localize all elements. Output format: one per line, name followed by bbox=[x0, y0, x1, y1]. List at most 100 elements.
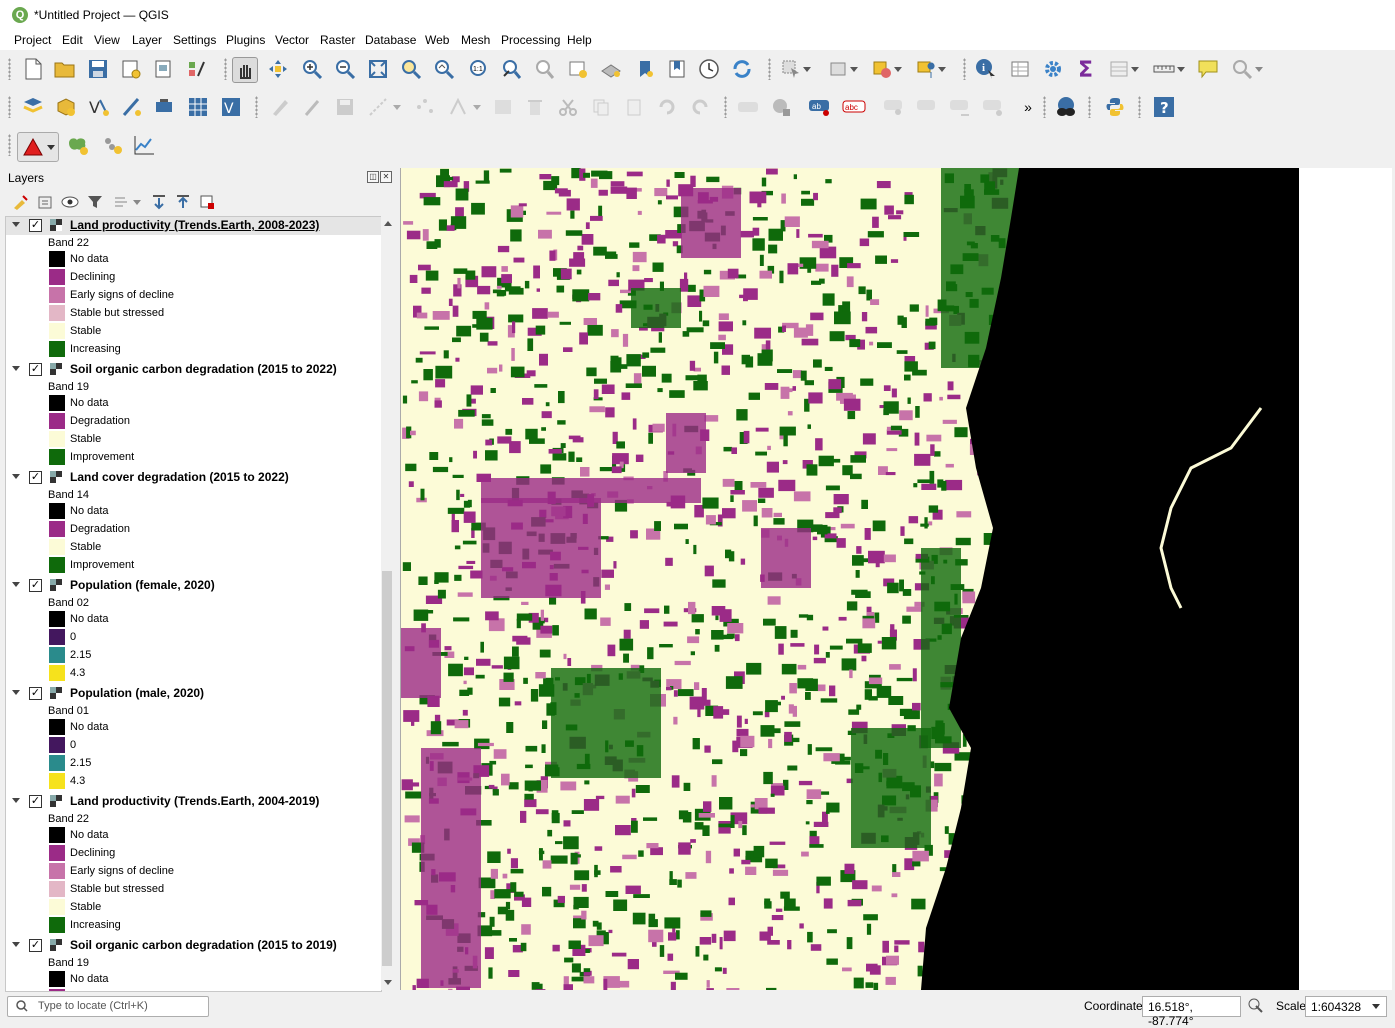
pan-map-icon[interactable] bbox=[232, 57, 258, 83]
menu-database[interactable]: Database bbox=[365, 33, 416, 47]
close-icon[interactable]: ✕ bbox=[380, 171, 392, 183]
expand-arrow-icon[interactable] bbox=[12, 942, 20, 947]
new-project-icon[interactable] bbox=[21, 57, 45, 81]
show-bookmarks-icon[interactable] bbox=[665, 57, 689, 81]
cut-features-icon[interactable] bbox=[556, 95, 580, 119]
current-edits-icon[interactable] bbox=[268, 95, 292, 119]
zoom-full-icon[interactable] bbox=[366, 57, 390, 81]
legend-item[interactable]: 4.3 bbox=[6, 665, 381, 683]
layer-row[interactable]: ✓ Population (male, 2020) bbox=[6, 685, 381, 703]
move-label-icon[interactable] bbox=[915, 95, 939, 119]
rotate-label-icon[interactable] bbox=[948, 95, 972, 119]
expand-arrow-icon[interactable] bbox=[12, 474, 20, 479]
legend-item[interactable]: Degradation bbox=[6, 413, 381, 431]
pan-to-selection-icon[interactable] bbox=[266, 57, 290, 81]
legend-item[interactable]: No data bbox=[6, 971, 381, 989]
legend-item[interactable]: Stable bbox=[6, 539, 381, 557]
chevron-down-icon[interactable] bbox=[131, 192, 143, 212]
help-icon[interactable]: ? bbox=[1152, 95, 1176, 119]
layer-name[interactable]: Land productivity (Trends.Earth, 2004-20… bbox=[70, 794, 319, 808]
temporal-controller-icon[interactable] bbox=[697, 57, 721, 81]
scale-combo[interactable]: 1:604328 bbox=[1305, 996, 1387, 1017]
toolbar-grip[interactable] bbox=[224, 58, 227, 80]
collapse-all-icon[interactable] bbox=[173, 192, 193, 212]
toolbar-grip[interactable] bbox=[255, 96, 258, 118]
legend-item[interactable]: 0 bbox=[6, 737, 381, 755]
layer-visibility-checkbox[interactable]: ✓ bbox=[29, 363, 42, 376]
toolbar-grip[interactable] bbox=[768, 58, 771, 80]
scrollbar-thumb[interactable] bbox=[382, 571, 392, 966]
chevron-down-icon[interactable] bbox=[935, 57, 949, 81]
expand-arrow-icon[interactable] bbox=[12, 798, 20, 803]
chevron-down-icon[interactable] bbox=[1174, 57, 1188, 81]
expand-all-icon[interactable] bbox=[149, 192, 169, 212]
locator-icon[interactable] bbox=[1230, 57, 1254, 81]
chevron-down-icon[interactable] bbox=[390, 95, 404, 119]
plot-chart-icon[interactable] bbox=[132, 133, 156, 157]
legend-item[interactable]: Stable but stressed bbox=[6, 881, 381, 899]
toolbar-grip[interactable] bbox=[963, 58, 966, 80]
chevron-down-icon[interactable] bbox=[1252, 57, 1266, 81]
legend-item[interactable]: Increasing bbox=[6, 341, 381, 359]
scroll-down-icon[interactable] bbox=[384, 980, 392, 985]
toolbar-grip[interactable] bbox=[1088, 96, 1091, 118]
data-source-manager-icon[interactable] bbox=[21, 95, 45, 119]
legend-item[interactable]: 0 bbox=[6, 629, 381, 647]
zoom-native-resolution-icon[interactable]: 1:1 bbox=[467, 57, 491, 81]
legend-item[interactable]: Early signs of decline bbox=[6, 863, 381, 881]
legend-item[interactable]: No data bbox=[6, 827, 381, 845]
legend-item[interactable]: Increasing bbox=[6, 917, 381, 935]
menu-layer[interactable]: Layer bbox=[132, 33, 162, 47]
change-label-icon[interactable] bbox=[981, 95, 1005, 119]
coordinate-field[interactable]: 16.518°, -87.774° bbox=[1142, 996, 1241, 1028]
menu-processing[interactable]: Processing bbox=[501, 33, 560, 47]
chevron-down-icon[interactable] bbox=[1372, 1004, 1380, 1009]
new-virtual-layer-icon[interactable] bbox=[153, 95, 177, 119]
layer-diagram-icon[interactable] bbox=[769, 95, 793, 119]
save-layer-edits-icon[interactable] bbox=[333, 95, 357, 119]
layout-manager-icon[interactable] bbox=[152, 57, 176, 81]
measure-line-icon[interactable] bbox=[1152, 57, 1176, 81]
legend-item[interactable]: Degradation bbox=[6, 521, 381, 539]
legend-item[interactable]: No data bbox=[6, 611, 381, 629]
menu-edit[interactable]: Edit bbox=[62, 33, 83, 47]
style-layer-icon[interactable] bbox=[10, 192, 30, 212]
new-temporary-layer-icon[interactable] bbox=[120, 95, 144, 119]
zoom-to-selection-icon[interactable] bbox=[399, 57, 423, 81]
legend-item[interactable]: Stable bbox=[6, 899, 381, 917]
legend-item[interactable]: No data bbox=[6, 251, 381, 269]
manage-visibility-icon[interactable] bbox=[60, 192, 80, 212]
toolbar-overflow-button[interactable]: » bbox=[1016, 95, 1040, 119]
layer-visibility-checkbox[interactable]: ✓ bbox=[29, 939, 42, 952]
undo-icon[interactable] bbox=[655, 95, 679, 119]
plugin-dropdown-button[interactable] bbox=[17, 132, 59, 162]
chevron-down-icon[interactable] bbox=[1128, 57, 1142, 81]
add-point-layer-icon[interactable] bbox=[100, 133, 124, 157]
zoom-in-icon[interactable] bbox=[300, 57, 324, 81]
new-geopackage-layer-icon[interactable] bbox=[54, 95, 78, 119]
menu-web[interactable]: Web bbox=[425, 33, 449, 47]
processing-toolbox-icon[interactable] bbox=[1041, 57, 1065, 81]
legend-item[interactable]: Stable but stressed bbox=[6, 305, 381, 323]
expand-arrow-icon[interactable] bbox=[12, 582, 20, 587]
layer-row[interactable]: ✓ Soil organic carbon degradation (2015 t… bbox=[6, 937, 381, 955]
toolbar-grip[interactable] bbox=[724, 96, 727, 118]
menu-mesh[interactable]: Mesh bbox=[461, 33, 490, 47]
legend-item[interactable]: Improvement bbox=[6, 449, 381, 467]
zoom-to-layer-icon[interactable] bbox=[432, 57, 456, 81]
add-group-icon[interactable] bbox=[35, 192, 55, 212]
layer-row[interactable]: ✓ Land productivity (Trends.Earth, 2004-2… bbox=[6, 793, 381, 811]
copy-features-icon[interactable] bbox=[589, 95, 613, 119]
menu-settings[interactable]: Settings bbox=[173, 33, 216, 47]
new-shapefile-layer-icon[interactable]: V bbox=[87, 95, 111, 119]
layer-visibility-checkbox[interactable]: ✓ bbox=[29, 219, 42, 232]
python-console-icon[interactable] bbox=[1103, 95, 1127, 119]
legend-item[interactable]: Declining bbox=[6, 845, 381, 863]
new-spatial-bookmark-icon[interactable] bbox=[633, 57, 657, 81]
legend-item[interactable]: No data bbox=[6, 395, 381, 413]
expand-arrow-icon[interactable] bbox=[12, 222, 20, 227]
expand-arrow-icon[interactable] bbox=[12, 690, 20, 695]
legend-item[interactable]: 2.15 bbox=[6, 755, 381, 773]
toolbar-grip[interactable] bbox=[8, 134, 11, 156]
legend-item[interactable]: Declining bbox=[6, 269, 381, 287]
